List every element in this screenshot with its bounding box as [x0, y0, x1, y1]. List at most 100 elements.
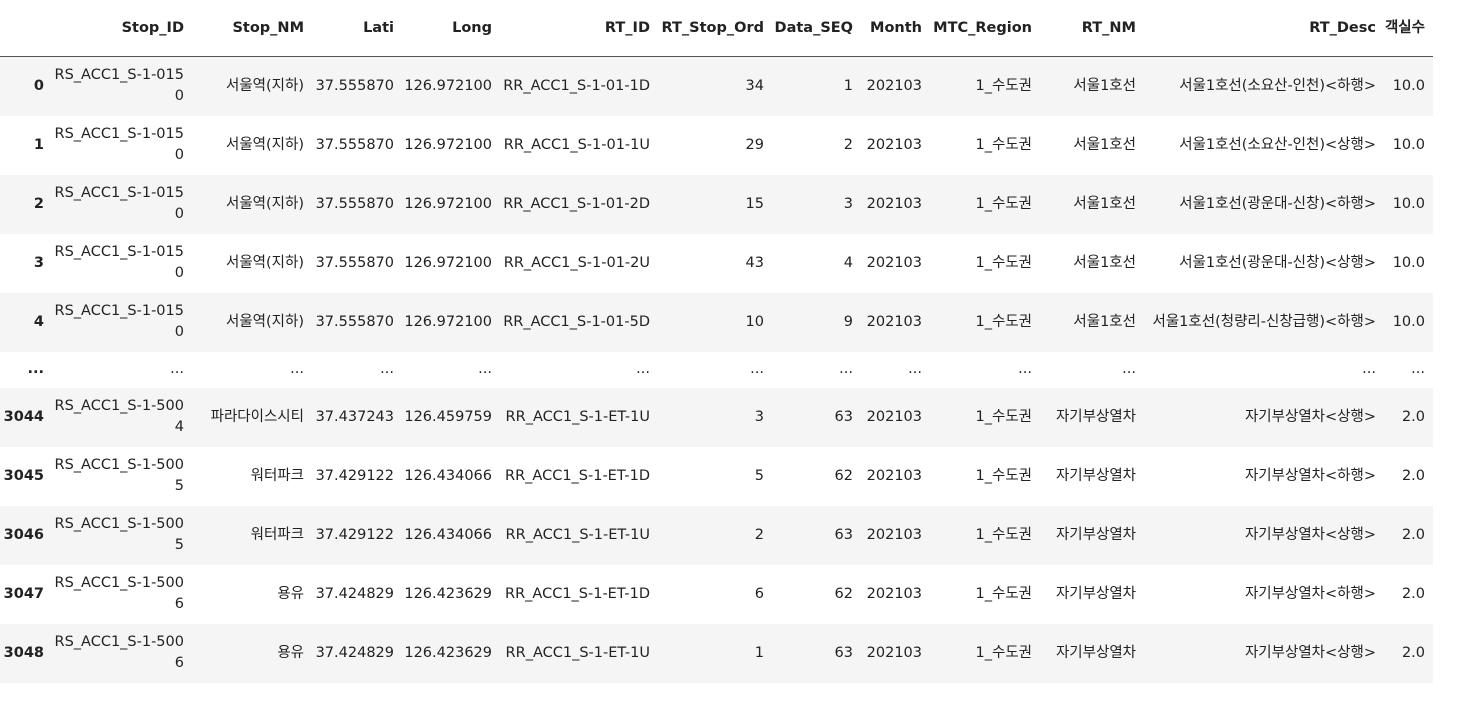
table-cell: RR_ACC1_S-1-ET-1U — [505, 408, 650, 425]
table-cell: ... — [1018, 361, 1032, 377]
table-cell: 2.0 — [1401, 408, 1425, 425]
table-cell: 자기부상열차 — [1055, 526, 1136, 543]
table-cell: 126.434066 — [404, 467, 492, 484]
table-cell: 1_수도권 — [975, 254, 1033, 271]
table-cell: 용유 — [277, 585, 304, 602]
table-cell: 서울역(지하) — [225, 77, 304, 94]
dataframe-output: Stop_ID Stop_NM Lati Long RT_ID RT_Stop_Ord Da… — [0, 0, 1459, 708]
table-cell: 서울역(지하) — [225, 313, 304, 330]
table-cell: 202103 — [866, 585, 922, 602]
table-cell: RR_ACC1_S-1-ET-1U — [505, 644, 650, 661]
table-cell: RR_ACC1_S-1-ET-1U — [505, 526, 650, 543]
table-cell: 126.972100 — [404, 136, 492, 153]
column-header: Lati — [312, 0, 402, 57]
table-cell: 서울1호선 — [1073, 136, 1136, 153]
row-index: 3046 — [3, 526, 44, 543]
table-cell: ... — [478, 361, 492, 377]
table-cell: 10 — [745, 313, 764, 330]
table-cell: 1_수도권 — [975, 526, 1033, 543]
table-row: 3046 RS_ACC1_S-1-5005 워터파크 37.429122 126.434… — [0, 505, 1433, 565]
row-index: ... — [27, 361, 44, 377]
table-cell: ... — [908, 361, 922, 377]
table-cell: 202103 — [866, 254, 922, 271]
table-cell: RR_ACC1_S-1-01-5D — [503, 313, 650, 330]
column-header: RT_NM — [1040, 0, 1144, 57]
column-header: 객실수 — [1384, 0, 1433, 57]
table-cell: 37.555870 — [315, 195, 394, 212]
table-cell: RS_ACC1_S-1-5006 — [54, 575, 185, 612]
table-cell: 126.972100 — [404, 77, 492, 94]
table-cell: RS_ACC1_S-1-5004 — [54, 398, 185, 435]
row-index: 3 — [33, 254, 44, 271]
table-cell: 126.972100 — [404, 195, 492, 212]
row-index: 0 — [33, 77, 44, 94]
table-cell: 4 — [843, 254, 853, 271]
table-cell: RS_ACC1_S-1-0150 — [54, 126, 185, 163]
table-cell: 서울1호선(광운대-신창)<상행> — [1179, 254, 1376, 271]
table-cell: 37.429122 — [315, 526, 394, 543]
row-index: 3044 — [3, 408, 44, 425]
table-cell: 9 — [843, 313, 853, 330]
table-header: Stop_ID Stop_NM Lati Long RT_ID RT_Stop_Ord Da… — [0, 0, 1433, 57]
table-cell: 43 — [745, 254, 764, 271]
table-cell: 자기부상열차 — [1055, 585, 1136, 602]
table-cell: 202103 — [866, 77, 922, 94]
table-cell: ... — [170, 361, 184, 377]
table-cell: 126.459759 — [404, 408, 492, 425]
table-cell: 서울1호선(소요산-인천)<하행> — [1179, 77, 1376, 94]
table-cell: 1_수도권 — [975, 585, 1033, 602]
row-index: 3048 — [3, 644, 44, 661]
column-header: Stop_NM — [192, 0, 312, 57]
table-cell: 10.0 — [1392, 136, 1425, 153]
column-header: RT_Stop_Ord — [658, 0, 772, 57]
table-cell: 6 — [754, 585, 764, 602]
table-cell: 37.555870 — [315, 313, 394, 330]
table-body: 0 RS_ACC1_S-1-0150 서울역(지하) 37.555870 126.972… — [0, 56, 1433, 683]
table-cell: RS_ACC1_S-1-0150 — [54, 303, 185, 340]
table-cell: 126.972100 — [404, 313, 492, 330]
table-cell: 126.434066 — [404, 526, 492, 543]
column-header: Long — [402, 0, 500, 57]
table-cell: 202103 — [866, 526, 922, 543]
index-column-header — [0, 0, 52, 57]
table-row: 1 RS_ACC1_S-1-0150 서울역(지하) 37.555870 126.972… — [0, 115, 1433, 175]
table-cell: ... — [290, 361, 304, 377]
table-cell: 37.429122 — [315, 467, 394, 484]
table-cell: 서울역(지하) — [225, 195, 304, 212]
table-cell: 서울역(지하) — [225, 254, 304, 271]
header-row: Stop_ID Stop_NM Lati Long RT_ID RT_Stop_Ord Da… — [0, 0, 1433, 57]
table-row: 2 RS_ACC1_S-1-0150 서울역(지하) 37.555870 126.972… — [0, 174, 1433, 234]
table-cell: 자기부상열차 — [1055, 408, 1136, 425]
table-cell: 62 — [834, 467, 853, 484]
table-cell: 2 — [843, 136, 853, 153]
table-cell: RS_ACC1_S-1-0150 — [54, 67, 185, 105]
row-index: 3047 — [3, 585, 44, 602]
table-cell: 126.972100 — [404, 254, 492, 271]
table-cell: 62 — [834, 585, 853, 602]
table-cell: 서울1호선 — [1073, 313, 1136, 330]
dataframe-table: Stop_ID Stop_NM Lati Long RT_ID RT_Stop_Ord Da… — [0, 0, 1433, 683]
column-header: MTC_Region — [930, 0, 1040, 57]
table-cell: ... — [636, 361, 650, 377]
table-cell: 1 — [754, 644, 764, 661]
table-cell: 10.0 — [1392, 313, 1425, 330]
table-cell: RS_ACC1_S-1-0150 — [54, 185, 185, 222]
table-cell: 2.0 — [1401, 585, 1425, 602]
table-cell: 202103 — [866, 467, 922, 484]
table-cell: 1_수도권 — [975, 467, 1033, 484]
table-cell: 워터파크 — [250, 467, 304, 484]
table-cell: RR_ACC1_S-1-01-1D — [503, 77, 650, 94]
table-cell: 3 — [843, 195, 853, 212]
table-cell: 63 — [834, 644, 853, 661]
table-cell: ... — [839, 361, 853, 377]
table-row: 3047 RS_ACC1_S-1-5006 용유 37.424829 126.42362… — [0, 564, 1433, 624]
table-cell: 자기부상열차<하행> — [1244, 467, 1376, 484]
table-cell: 서울1호선(청량리-신창급행)<하행> — [1152, 313, 1377, 330]
column-header: Data_SEQ — [772, 0, 861, 57]
table-cell: 자기부상열차<상행> — [1244, 526, 1376, 543]
table-cell: 서울1호선 — [1073, 77, 1136, 94]
table-cell: RS_ACC1_S-1-0150 — [54, 244, 185, 281]
table-cell: 37.555870 — [315, 77, 394, 94]
table-cell: 10.0 — [1392, 254, 1425, 271]
table-cell: 1_수도권 — [975, 195, 1033, 212]
